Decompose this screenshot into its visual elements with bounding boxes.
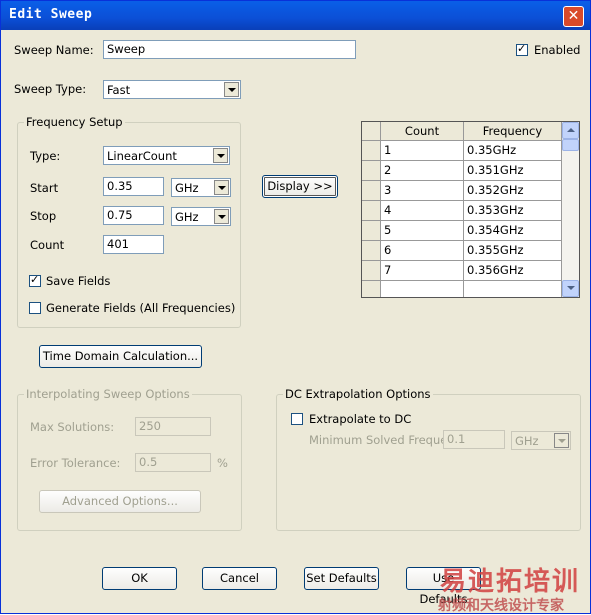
generate-fields-checkbox[interactable] bbox=[29, 302, 41, 314]
table-cell-count[interactable]: 2 bbox=[381, 161, 464, 181]
row-header[interactable] bbox=[362, 201, 381, 221]
ok-button[interactable]: OK bbox=[102, 567, 177, 590]
max-solutions-input[interactable]: 250 bbox=[135, 417, 211, 436]
table-cell-frequency[interactable]: 0.353GHz bbox=[464, 201, 562, 221]
table-cell-frequency[interactable]: 0.351GHz bbox=[464, 161, 562, 181]
max-solutions-label: Max Solutions: bbox=[30, 420, 115, 434]
title-bar[interactable]: Edit Sweep ✕ bbox=[1, 1, 590, 30]
sweep-type-select[interactable]: Fast bbox=[103, 80, 241, 99]
table-cell-frequency[interactable] bbox=[464, 281, 562, 297]
table-cell-count[interactable]: 4 bbox=[381, 201, 464, 221]
close-button[interactable]: ✕ bbox=[563, 6, 584, 27]
error-tolerance-label: Error Tolerance: bbox=[30, 456, 121, 470]
generate-fields-label: Generate Fields (All Frequencies) bbox=[46, 301, 236, 315]
save-fields-checkbox[interactable] bbox=[29, 273, 41, 287]
frequency-type-value: LinearCount bbox=[107, 149, 177, 163]
frequency-type-select[interactable]: LinearCount bbox=[103, 146, 230, 165]
start-input[interactable]: 0.35 bbox=[103, 177, 164, 196]
error-tolerance-input[interactable]: 0.5 bbox=[135, 453, 211, 472]
start-unit-value: GHz bbox=[175, 181, 199, 195]
row-header[interactable] bbox=[362, 161, 381, 181]
column-header-frequency[interactable]: Frequency bbox=[464, 122, 562, 141]
extrapolate-dc-checkbox[interactable] bbox=[291, 413, 303, 425]
table-cell-count[interactable]: 5 bbox=[381, 221, 464, 241]
min-frequency-unit-value: GHz bbox=[515, 434, 539, 448]
table-cell-frequency[interactable]: 0.355GHz bbox=[464, 241, 562, 261]
sweep-name-label: Sweep Name: bbox=[14, 43, 94, 57]
enabled-label: Enabled bbox=[534, 43, 581, 57]
row-header[interactable] bbox=[362, 241, 381, 261]
extrapolate-dc-label: Extrapolate to DC bbox=[309, 412, 412, 426]
type-label: Type: bbox=[30, 149, 61, 163]
set-defaults-button[interactable]: Set Defaults bbox=[304, 567, 379, 590]
start-unit-select[interactable]: GHz bbox=[171, 178, 231, 197]
edit-sweep-dialog: Edit Sweep ✕ Sweep Name: Sweep Enabled S… bbox=[0, 0, 591, 614]
row-header[interactable] bbox=[362, 281, 381, 297]
table-cell-frequency[interactable]: 0.356GHz bbox=[464, 261, 562, 281]
stop-label: Stop bbox=[30, 209, 57, 223]
watermark-logo: 易迪拓培训 bbox=[440, 567, 581, 597]
advanced-options-button[interactable]: Advanced Options... bbox=[39, 490, 201, 513]
enabled-checkbox[interactable] bbox=[516, 42, 528, 56]
start-label: Start bbox=[30, 181, 59, 195]
chevron-down-icon[interactable] bbox=[213, 148, 228, 163]
count-input[interactable]: 401 bbox=[103, 235, 164, 254]
percent-label: % bbox=[217, 456, 228, 470]
table-cell-count[interactable] bbox=[381, 281, 464, 297]
table-scrollbar[interactable] bbox=[562, 122, 579, 297]
table-cell-count[interactable]: 1 bbox=[381, 141, 464, 161]
row-header[interactable] bbox=[362, 141, 381, 161]
watermark-slogan: 射频和天线设计专家 bbox=[438, 598, 564, 614]
sweep-type-label: Sweep Type: bbox=[14, 82, 87, 96]
chevron-down-icon[interactable] bbox=[224, 82, 239, 97]
dc-extrapolation-title: DC Extrapolation Options bbox=[283, 387, 433, 401]
dialog-title: Edit Sweep bbox=[9, 7, 93, 22]
row-header[interactable] bbox=[362, 181, 381, 201]
min-frequency-unit-select[interactable]: GHz bbox=[511, 431, 571, 450]
table-cell-count[interactable]: 3 bbox=[381, 181, 464, 201]
stop-input[interactable]: 0.75 bbox=[103, 206, 164, 225]
chevron-down-icon[interactable] bbox=[554, 433, 569, 448]
close-icon[interactable]: ✕ bbox=[568, 8, 580, 24]
count-label: Count bbox=[30, 238, 65, 252]
time-domain-calculation-button[interactable]: Time Domain Calculation... bbox=[39, 345, 202, 368]
chevron-down-icon[interactable] bbox=[214, 209, 229, 224]
save-fields-label: Save Fields bbox=[46, 274, 111, 288]
row-header[interactable] bbox=[362, 261, 381, 281]
stop-unit-value: GHz bbox=[175, 210, 199, 224]
table-cell-count[interactable]: 6 bbox=[381, 241, 464, 261]
scroll-up-icon[interactable] bbox=[562, 122, 579, 139]
frequency-setup-title: Frequency Setup bbox=[24, 115, 125, 129]
scroll-thumb[interactable] bbox=[562, 139, 579, 151]
frequency-table[interactable]: Count Frequency 1 0.35GHz 2 0.351GHz 3 0… bbox=[361, 121, 580, 298]
stop-unit-select[interactable]: GHz bbox=[171, 207, 231, 226]
table-cell-frequency[interactable]: 0.354GHz bbox=[464, 221, 562, 241]
cancel-button[interactable]: Cancel bbox=[202, 567, 277, 590]
column-header-count[interactable]: Count bbox=[381, 122, 464, 141]
sweep-name-input[interactable]: Sweep bbox=[103, 40, 356, 59]
sweep-type-value: Fast bbox=[107, 83, 131, 97]
table-corner bbox=[362, 122, 381, 141]
scroll-down-icon[interactable] bbox=[562, 280, 579, 297]
row-header[interactable] bbox=[362, 221, 381, 241]
table-cell-frequency[interactable]: 0.35GHz bbox=[464, 141, 562, 161]
chevron-down-icon[interactable] bbox=[214, 180, 229, 195]
table-cell-frequency[interactable]: 0.352GHz bbox=[464, 181, 562, 201]
display-button[interactable]: Display >> bbox=[262, 175, 338, 198]
min-solved-frequency-input[interactable]: 0.1 bbox=[443, 430, 505, 449]
interpolating-sweep-title: Interpolating Sweep Options bbox=[24, 387, 192, 401]
table-cell-count[interactable]: 7 bbox=[381, 261, 464, 281]
